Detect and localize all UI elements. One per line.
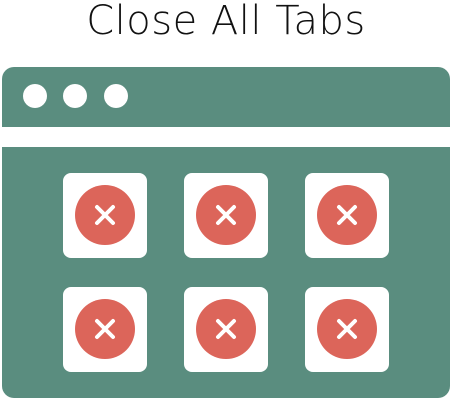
tab-tile (305, 287, 389, 372)
tab-tile (184, 173, 268, 258)
close-icon[interactable] (75, 299, 135, 359)
tab-tile (63, 173, 147, 258)
browser-title-bar (2, 67, 450, 127)
browser-body (2, 147, 450, 398)
page-title: Close All Tabs (86, 0, 366, 44)
tab-tile (305, 173, 389, 258)
close-icon[interactable] (317, 299, 377, 359)
close-icon[interactable] (196, 185, 256, 245)
window-dot-icon (104, 84, 128, 108)
window-dot-icon (23, 84, 47, 108)
tab-tile (184, 287, 268, 372)
window-dot-icon (63, 84, 87, 108)
tab-tile (63, 287, 147, 372)
close-icon[interactable] (75, 185, 135, 245)
close-icon[interactable] (317, 185, 377, 245)
close-icon[interactable] (196, 299, 256, 359)
